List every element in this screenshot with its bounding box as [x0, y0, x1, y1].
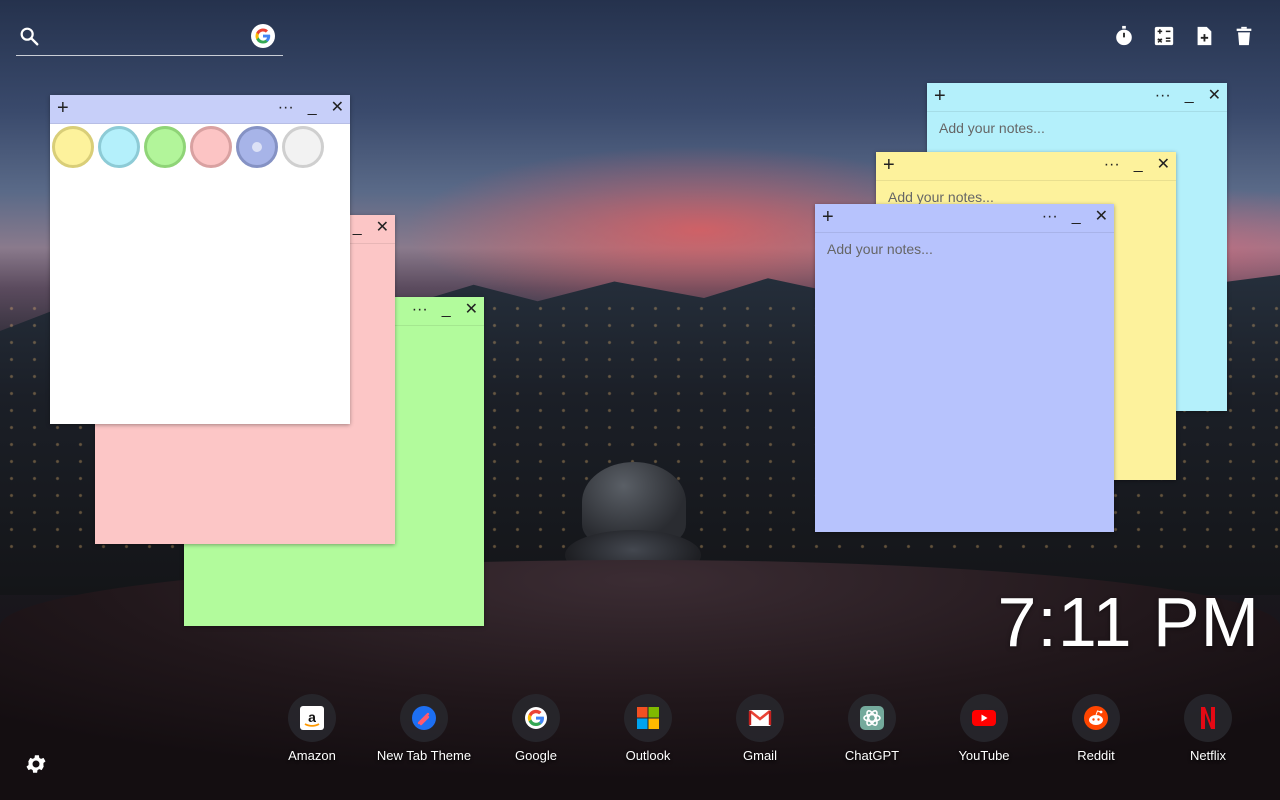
youtube-icon	[960, 694, 1008, 742]
google-icon	[512, 694, 560, 742]
timer-icon[interactable]	[1112, 24, 1136, 48]
note-body	[815, 233, 1114, 525]
shortcut-label: Gmail	[743, 748, 777, 763]
settings-gear-icon[interactable]	[24, 752, 48, 781]
search-input[interactable]	[52, 26, 256, 50]
shortcut-new-tab-theme[interactable]: New Tab Theme	[368, 694, 480, 763]
outlook-icon	[624, 694, 672, 742]
shortcut-label: Google	[515, 748, 557, 763]
shortcut-netflix[interactable]: Netflix	[1152, 694, 1264, 763]
note-lavender[interactable]: + ··· _ ✕	[815, 204, 1114, 532]
shortcut-label: New Tab Theme	[376, 748, 472, 763]
note-header: + ··· _ ✕	[927, 83, 1227, 112]
more-options-icon[interactable]: ···	[278, 99, 294, 117]
clock: 7:11 PM	[997, 583, 1260, 661]
svg-text:a: a	[308, 709, 316, 725]
shortcut-gmail[interactable]: Gmail	[704, 694, 816, 763]
trash-icon[interactable]	[1232, 24, 1256, 48]
search-bar	[16, 22, 283, 56]
close-icon[interactable]: ✕	[331, 99, 344, 117]
minimize-icon[interactable]: _	[1072, 208, 1081, 226]
shortcut-dock: a Amazon New Tab Theme Google Outlook Gm…	[256, 694, 1264, 763]
add-note-icon[interactable]: +	[57, 98, 69, 118]
netflix-icon	[1184, 694, 1232, 742]
close-icon[interactable]: ✕	[1157, 156, 1170, 174]
close-icon[interactable]: ✕	[1208, 87, 1221, 105]
note-header: + ··· _ ✕	[50, 95, 350, 124]
close-icon[interactable]: ✕	[376, 219, 389, 237]
more-options-icon[interactable]: ···	[1155, 87, 1171, 105]
color-swatch-white[interactable]	[282, 126, 324, 168]
add-note-icon[interactable]: +	[934, 86, 946, 106]
shortcut-google[interactable]: Google	[480, 694, 592, 763]
add-note-icon[interactable]: +	[822, 207, 834, 227]
shortcut-label: YouTube	[958, 748, 1010, 763]
close-icon[interactable]: ✕	[465, 301, 478, 319]
google-search-engine-icon[interactable]	[251, 24, 275, 48]
gmail-icon	[736, 694, 784, 742]
shortcut-youtube[interactable]: YouTube	[928, 694, 1040, 763]
minimize-icon[interactable]: _	[353, 219, 362, 237]
reddit-icon	[1072, 694, 1120, 742]
note-white[interactable]: + ··· _ ✕	[50, 95, 350, 424]
search-icon[interactable]	[18, 25, 40, 52]
shortcut-label: Amazon	[288, 748, 336, 763]
minimize-icon[interactable]: _	[1134, 156, 1143, 174]
shortcut-amazon[interactable]: a Amazon	[256, 694, 368, 763]
close-icon[interactable]: ✕	[1095, 208, 1108, 226]
note-textarea[interactable]	[825, 239, 1108, 523]
shortcut-label: Outlook	[625, 748, 671, 763]
shortcut-label: Reddit	[1077, 748, 1115, 763]
color-swatch-lavender[interactable]	[236, 126, 278, 168]
calculator-icon[interactable]	[1152, 24, 1176, 48]
color-swatch-pink[interactable]	[190, 126, 232, 168]
shortcut-chatgpt[interactable]: ChatGPT	[816, 694, 928, 763]
amazon-icon: a	[288, 694, 336, 742]
note-header: + ··· _ ✕	[876, 152, 1176, 181]
more-options-icon[interactable]: ···	[1042, 208, 1058, 226]
chatgpt-icon	[848, 694, 896, 742]
minimize-icon[interactable]: _	[442, 301, 451, 319]
toolbar	[1112, 24, 1256, 48]
note-header: + ··· _ ✕	[815, 204, 1114, 233]
shortcut-reddit[interactable]: Reddit	[1040, 694, 1152, 763]
color-swatch-yellow[interactable]	[52, 126, 94, 168]
more-options-icon[interactable]: ···	[412, 301, 428, 319]
shortcut-label: ChatGPT	[844, 748, 900, 763]
color-swatch-cyan[interactable]	[98, 126, 140, 168]
color-palette	[50, 124, 350, 168]
shortcut-label: Netflix	[1189, 748, 1227, 763]
minimize-icon[interactable]: _	[1185, 87, 1194, 105]
minimize-icon[interactable]: _	[308, 99, 317, 117]
new-note-icon[interactable]	[1192, 24, 1216, 48]
add-note-icon[interactable]: +	[883, 155, 895, 175]
shortcut-outlook[interactable]: Outlook	[592, 694, 704, 763]
more-options-icon[interactable]: ···	[1104, 156, 1120, 174]
color-swatch-green[interactable]	[144, 126, 186, 168]
new-tab-theme-icon	[400, 694, 448, 742]
